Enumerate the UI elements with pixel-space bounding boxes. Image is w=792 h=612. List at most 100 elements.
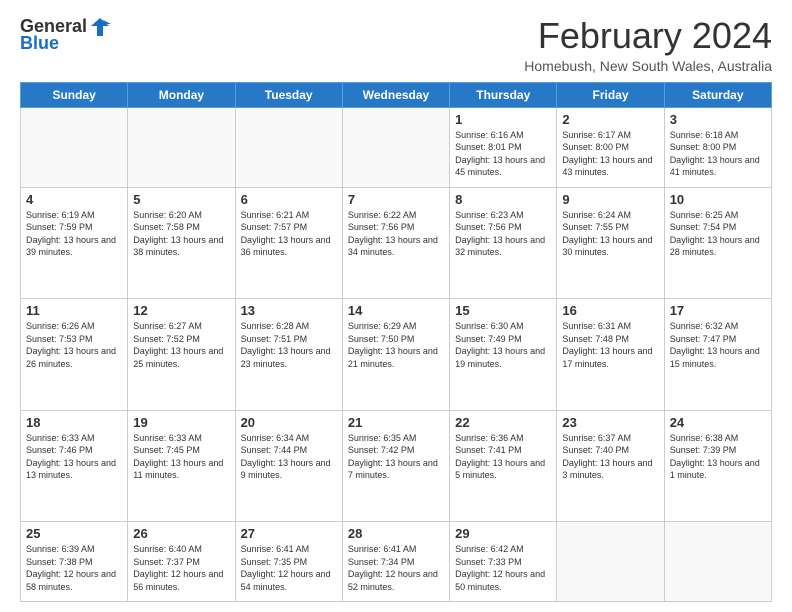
day-info: Sunrise: 6:33 AM Sunset: 7:46 PM Dayligh… <box>26 432 122 482</box>
day-info: Sunrise: 6:27 AM Sunset: 7:52 PM Dayligh… <box>133 320 229 370</box>
calendar-cell <box>21 107 128 187</box>
col-wednesday: Wednesday <box>342 82 449 107</box>
calendar-cell: 14 Sunrise: 6:29 AM Sunset: 7:50 PM Dayli… <box>342 299 449 410</box>
calendar-cell: 13 Sunrise: 6:28 AM Sunset: 7:51 PM Dayli… <box>235 299 342 410</box>
calendar-cell: 19 Sunrise: 6:33 AM Sunset: 7:45 PM Dayli… <box>128 410 235 521</box>
day-info: Sunrise: 6:35 AM Sunset: 7:42 PM Dayligh… <box>348 432 444 482</box>
page: General Blue February 2024 Homebush, New… <box>0 0 792 612</box>
day-info: Sunrise: 6:41 AM Sunset: 7:35 PM Dayligh… <box>241 543 337 593</box>
day-number: 10 <box>670 192 766 207</box>
calendar-cell: 4 Sunrise: 6:19 AM Sunset: 7:59 PM Daylig… <box>21 187 128 298</box>
logo-bird-icon <box>89 16 111 38</box>
location-subtitle: Homebush, New South Wales, Australia <box>524 58 772 74</box>
day-number: 7 <box>348 192 444 207</box>
day-info: Sunrise: 6:18 AM Sunset: 8:00 PM Dayligh… <box>670 129 766 179</box>
day-number: 15 <box>455 303 551 318</box>
day-info: Sunrise: 6:19 AM Sunset: 7:59 PM Dayligh… <box>26 209 122 259</box>
day-info: Sunrise: 6:39 AM Sunset: 7:38 PM Dayligh… <box>26 543 122 593</box>
col-thursday: Thursday <box>450 82 557 107</box>
calendar-row-1: 1 Sunrise: 6:16 AM Sunset: 8:01 PM Daylig… <box>21 107 772 187</box>
day-info: Sunrise: 6:16 AM Sunset: 8:01 PM Dayligh… <box>455 129 551 179</box>
day-info: Sunrise: 6:22 AM Sunset: 7:56 PM Dayligh… <box>348 209 444 259</box>
day-number: 26 <box>133 526 229 541</box>
day-info: Sunrise: 6:33 AM Sunset: 7:45 PM Dayligh… <box>133 432 229 482</box>
calendar-cell: 5 Sunrise: 6:20 AM Sunset: 7:58 PM Daylig… <box>128 187 235 298</box>
logo-text-blue: Blue <box>20 34 59 54</box>
day-number: 29 <box>455 526 551 541</box>
calendar-cell: 24Sunrise: 6:38 AM Sunset: 7:39 PM Dayli… <box>664 410 771 521</box>
day-number: 20 <box>241 415 337 430</box>
calendar-header-row: Sunday Monday Tuesday Wednesday Thursday… <box>21 82 772 107</box>
calendar-cell <box>557 522 664 602</box>
day-number: 16 <box>562 303 658 318</box>
day-info: Sunrise: 6:36 AM Sunset: 7:41 PM Dayligh… <box>455 432 551 482</box>
calendar-cell: 18 Sunrise: 6:33 AM Sunset: 7:46 PM Dayli… <box>21 410 128 521</box>
day-info: Sunrise: 6:31 AM Sunset: 7:48 PM Dayligh… <box>562 320 658 370</box>
col-tuesday: Tuesday <box>235 82 342 107</box>
calendar-cell: 3Sunrise: 6:18 AM Sunset: 8:00 PM Daylig… <box>664 107 771 187</box>
calendar-row-3: 11 Sunrise: 6:26 AM Sunset: 7:53 PM Dayli… <box>21 299 772 410</box>
calendar-table: Sunday Monday Tuesday Wednesday Thursday… <box>20 82 772 602</box>
day-number: 27 <box>241 526 337 541</box>
day-info: Sunrise: 6:26 AM Sunset: 7:53 PM Dayligh… <box>26 320 122 370</box>
calendar-cell: 6Sunrise: 6:21 AM Sunset: 7:57 PM Daylig… <box>235 187 342 298</box>
calendar-cell: 2 Sunrise: 6:17 AM Sunset: 8:00 PM Daylig… <box>557 107 664 187</box>
day-info: Sunrise: 6:24 AM Sunset: 7:55 PM Dayligh… <box>562 209 658 259</box>
day-number: 22 <box>455 415 551 430</box>
calendar-cell: 7 Sunrise: 6:22 AM Sunset: 7:56 PM Daylig… <box>342 187 449 298</box>
calendar-cell: 17 Sunrise: 6:32 AM Sunset: 7:47 PM Dayli… <box>664 299 771 410</box>
day-info: Sunrise: 6:40 AM Sunset: 7:37 PM Dayligh… <box>133 543 229 593</box>
day-number: 25 <box>26 526 122 541</box>
month-title: February 2024 <box>524 16 772 56</box>
calendar-cell <box>128 107 235 187</box>
day-info: Sunrise: 6:29 AM Sunset: 7:50 PM Dayligh… <box>348 320 444 370</box>
day-info: Sunrise: 6:17 AM Sunset: 8:00 PM Dayligh… <box>562 129 658 179</box>
header: General Blue February 2024 Homebush, New… <box>20 16 772 74</box>
day-number: 1 <box>455 112 551 127</box>
day-number: 9 <box>562 192 658 207</box>
day-number: 11 <box>26 303 122 318</box>
day-number: 6 <box>241 192 337 207</box>
calendar-cell: 23 Sunrise: 6:37 AM Sunset: 7:40 PM Dayli… <box>557 410 664 521</box>
calendar-row-2: 4 Sunrise: 6:19 AM Sunset: 7:59 PM Daylig… <box>21 187 772 298</box>
day-number: 18 <box>26 415 122 430</box>
day-number: 21 <box>348 415 444 430</box>
calendar-cell: 16 Sunrise: 6:31 AM Sunset: 7:48 PM Dayli… <box>557 299 664 410</box>
day-info: Sunrise: 6:32 AM Sunset: 7:47 PM Dayligh… <box>670 320 766 370</box>
day-info: Sunrise: 6:25 AM Sunset: 7:54 PM Dayligh… <box>670 209 766 259</box>
calendar-row-5: 25 Sunrise: 6:39 AM Sunset: 7:38 PM Dayli… <box>21 522 772 602</box>
calendar-cell <box>664 522 771 602</box>
day-number: 13 <box>241 303 337 318</box>
day-info: Sunrise: 6:30 AM Sunset: 7:49 PM Dayligh… <box>455 320 551 370</box>
day-info: Sunrise: 6:20 AM Sunset: 7:58 PM Dayligh… <box>133 209 229 259</box>
day-number: 24 <box>670 415 766 430</box>
day-info: Sunrise: 6:28 AM Sunset: 7:51 PM Dayligh… <box>241 320 337 370</box>
calendar-cell: 21 Sunrise: 6:35 AM Sunset: 7:42 PM Dayli… <box>342 410 449 521</box>
day-info: Sunrise: 6:37 AM Sunset: 7:40 PM Dayligh… <box>562 432 658 482</box>
day-number: 5 <box>133 192 229 207</box>
calendar-cell: 29 Sunrise: 6:42 AM Sunset: 7:33 PM Dayli… <box>450 522 557 602</box>
day-number: 2 <box>562 112 658 127</box>
calendar-cell: 27 Sunrise: 6:41 AM Sunset: 7:35 PM Dayli… <box>235 522 342 602</box>
day-number: 28 <box>348 526 444 541</box>
calendar-cell: 11 Sunrise: 6:26 AM Sunset: 7:53 PM Dayli… <box>21 299 128 410</box>
day-number: 14 <box>348 303 444 318</box>
day-number: 8 <box>455 192 551 207</box>
day-number: 23 <box>562 415 658 430</box>
calendar-cell <box>342 107 449 187</box>
calendar-cell: 12Sunrise: 6:27 AM Sunset: 7:52 PM Dayli… <box>128 299 235 410</box>
calendar-cell: 22 Sunrise: 6:36 AM Sunset: 7:41 PM Dayli… <box>450 410 557 521</box>
day-info: Sunrise: 6:41 AM Sunset: 7:34 PM Dayligh… <box>348 543 444 593</box>
calendar-cell: 20Sunrise: 6:34 AM Sunset: 7:44 PM Dayli… <box>235 410 342 521</box>
calendar-cell: 15 Sunrise: 6:30 AM Sunset: 7:49 PM Dayli… <box>450 299 557 410</box>
day-number: 19 <box>133 415 229 430</box>
calendar-cell: 28 Sunrise: 6:41 AM Sunset: 7:34 PM Dayli… <box>342 522 449 602</box>
day-number: 4 <box>26 192 122 207</box>
day-number: 17 <box>670 303 766 318</box>
calendar-cell: 1 Sunrise: 6:16 AM Sunset: 8:01 PM Daylig… <box>450 107 557 187</box>
calendar-cell: 10 Sunrise: 6:25 AM Sunset: 7:54 PM Dayli… <box>664 187 771 298</box>
calendar-cell: 8Sunrise: 6:23 AM Sunset: 7:56 PM Daylig… <box>450 187 557 298</box>
day-info: Sunrise: 6:42 AM Sunset: 7:33 PM Dayligh… <box>455 543 551 593</box>
calendar-row-4: 18 Sunrise: 6:33 AM Sunset: 7:46 PM Dayli… <box>21 410 772 521</box>
calendar-cell <box>235 107 342 187</box>
